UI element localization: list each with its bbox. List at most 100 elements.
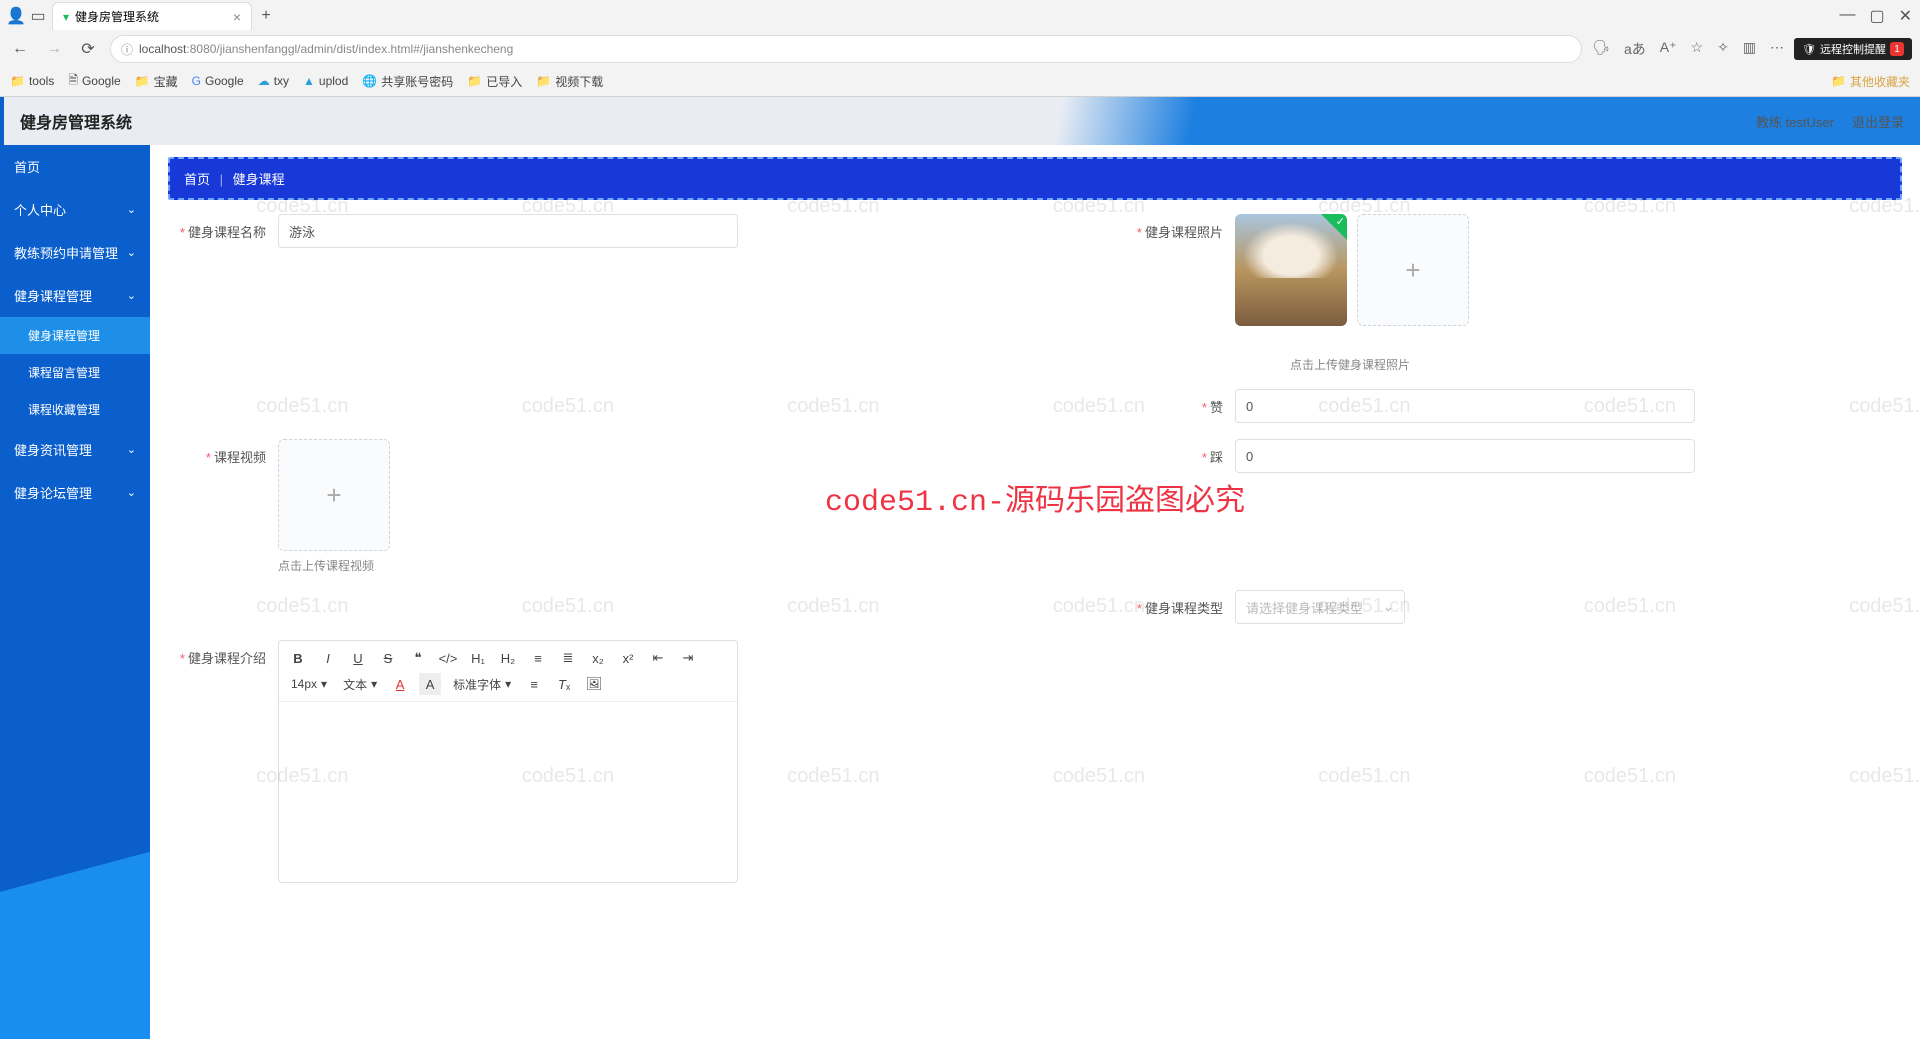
page-icon: 🗎 bbox=[68, 71, 78, 92]
folder-icon: 📁 bbox=[135, 74, 150, 88]
subscript-icon[interactable]: x₂ bbox=[587, 647, 609, 669]
forward-button[interactable]: → bbox=[42, 37, 66, 61]
bold-icon[interactable]: B bbox=[287, 647, 309, 669]
url-host: localhost bbox=[139, 42, 186, 56]
uploaded-thumbnail[interactable] bbox=[1235, 214, 1347, 326]
course-name-label: *健身课程名称 bbox=[168, 214, 278, 241]
browser-chrome: 👤 ▭ ▾ 健身房管理系统 × + — ▢ ✕ ← → ⟳ ⓘ localhos… bbox=[0, 0, 1920, 97]
type-select[interactable]: 请选择健身课程类型 ⌄ bbox=[1235, 590, 1405, 624]
h2-icon[interactable]: H₂ bbox=[497, 647, 519, 669]
google-icon: G bbox=[192, 74, 201, 88]
chevron-down-icon: ⌄ bbox=[127, 486, 136, 499]
superscript-icon[interactable]: x² bbox=[617, 647, 639, 669]
bookmark-google2[interactable]: GGoogle bbox=[192, 74, 244, 88]
tab-favicon: ▾ bbox=[63, 10, 69, 24]
url-input[interactable]: ⓘ localhost:8080/jianshenfanggl/admin/di… bbox=[110, 35, 1582, 63]
indent-right-icon[interactable]: ⇥ bbox=[677, 647, 699, 669]
code-icon[interactable]: </> bbox=[437, 647, 459, 669]
logout-link[interactable]: 退出登录 bbox=[1852, 112, 1904, 131]
editor-body[interactable] bbox=[279, 702, 737, 882]
user-label[interactable]: 教练 testUser bbox=[1756, 112, 1834, 131]
cloud-icon: ☁ bbox=[258, 74, 270, 88]
tab-close-icon[interactable]: × bbox=[233, 9, 241, 25]
back-button[interactable]: ← bbox=[8, 37, 32, 61]
breadcrumb: 首页 | 健身课程 bbox=[168, 157, 1902, 200]
form-row: *健身课程名称 *健身课程照片 + 点击上传健身课程照片 bbox=[168, 214, 1902, 373]
browser-tab[interactable]: ▾ 健身房管理系统 × bbox=[52, 2, 252, 30]
font-family-select[interactable]: 标准字体▾ bbox=[449, 676, 515, 693]
window-controls: — ▢ ✕ bbox=[1839, 6, 1912, 26]
font-size-select[interactable]: 14px▾ bbox=[287, 677, 331, 691]
profile-icon[interactable]: 👤 bbox=[8, 8, 24, 24]
list-ul-icon[interactable]: ≣ bbox=[557, 647, 579, 669]
edge-icon: 🌐 bbox=[362, 74, 377, 88]
align-icon[interactable]: ≡ bbox=[523, 673, 545, 695]
bookmark-share[interactable]: 🌐共享账号密码 bbox=[362, 73, 453, 90]
new-tab-button[interactable]: + bbox=[258, 8, 274, 24]
breadcrumb-current: 健身课程 bbox=[233, 172, 285, 187]
sidebar-item-course-mgmt[interactable]: 健身课程管理⌄ bbox=[0, 274, 150, 317]
extensions-icon[interactable]: ✧ bbox=[1717, 39, 1729, 59]
underline-icon[interactable]: U bbox=[347, 647, 369, 669]
site-info-icon[interactable]: ⓘ bbox=[121, 41, 133, 58]
rich-editor: B I U S ❝ </> H₁ H₂ ≡ ≣ x₂ bbox=[278, 640, 738, 883]
italic-icon[interactable]: I bbox=[317, 647, 339, 669]
chevron-down-icon: ⌄ bbox=[127, 203, 136, 216]
bookmark-video[interactable]: 📁视频下载 bbox=[536, 73, 603, 90]
read-icon[interactable]: aあ bbox=[1624, 39, 1646, 59]
upload-video-button[interactable]: + bbox=[278, 439, 390, 551]
bookmark-uplod[interactable]: ▲uplod bbox=[303, 74, 348, 88]
content: 首页 | 健身课程 *健身课程名称 *健身课程照片 + bbox=[150, 145, 1920, 1039]
sidebar-item-forum[interactable]: 健身论坛管理⌄ bbox=[0, 471, 150, 514]
quote-icon[interactable]: ❝ bbox=[407, 647, 429, 669]
close-icon[interactable]: ✕ bbox=[1899, 6, 1912, 26]
favorite-icon[interactable]: ☆ bbox=[1691, 39, 1704, 59]
indent-left-icon[interactable]: ⇤ bbox=[647, 647, 669, 669]
upload-photo-button[interactable]: + bbox=[1357, 214, 1469, 326]
bookmark-imported[interactable]: 📁已导入 bbox=[467, 73, 522, 90]
chevron-down-icon: ⌄ bbox=[1383, 599, 1394, 615]
header-right: 教练 testUser 退出登录 bbox=[1756, 112, 1904, 131]
cai-input[interactable] bbox=[1235, 439, 1695, 473]
zan-input[interactable] bbox=[1235, 389, 1695, 423]
sidebar-sub-course[interactable]: 健身课程管理 bbox=[0, 317, 150, 354]
folder-icon: 📁 bbox=[536, 74, 551, 88]
minimize-icon[interactable]: — bbox=[1839, 6, 1855, 26]
video-hint: 点击上传课程视频 bbox=[278, 557, 1035, 574]
voice-icon[interactable]: 🗣 bbox=[1592, 39, 1610, 59]
bookmark-google1[interactable]: 🗎Google bbox=[68, 71, 120, 92]
bookmark-baozang[interactable]: 📁宝藏 bbox=[135, 73, 178, 90]
refresh-button[interactable]: ⟳ bbox=[76, 37, 100, 61]
breadcrumb-home[interactable]: 首页 bbox=[184, 172, 210, 187]
paragraph-select[interactable]: 文本▾ bbox=[339, 676, 381, 693]
clear-format-icon[interactable]: Tₓ bbox=[553, 673, 575, 695]
sidebar-sub-message[interactable]: 课程留言管理 bbox=[0, 354, 150, 391]
sidebar-item-home[interactable]: 首页 bbox=[0, 145, 150, 188]
sidebar-sub-favorite[interactable]: 课程收藏管理 bbox=[0, 391, 150, 428]
bookmark-other[interactable]: 📁其他收藏夹 bbox=[1831, 73, 1910, 90]
strike-icon[interactable]: S bbox=[377, 647, 399, 669]
sidebar-item-info[interactable]: 健身资讯管理⌄ bbox=[0, 428, 150, 471]
maximize-icon[interactable]: ▢ bbox=[1869, 6, 1884, 26]
tab-bar: 👤 ▭ ▾ 健身房管理系统 × + — ▢ ✕ bbox=[0, 0, 1920, 32]
sidebar-item-personal[interactable]: 个人中心⌄ bbox=[0, 188, 150, 231]
list-ol-icon[interactable]: ≡ bbox=[527, 647, 549, 669]
url-port: :8080 bbox=[186, 42, 216, 56]
form-row: *赞 bbox=[168, 389, 1902, 423]
sidebar-item-coach-apply[interactable]: 教练预约申请管理⌄ bbox=[0, 231, 150, 274]
course-name-input[interactable] bbox=[278, 214, 738, 248]
shield-icon: 🛡 bbox=[1802, 43, 1816, 56]
font-color-icon[interactable]: A bbox=[389, 673, 411, 695]
bg-color-icon[interactable]: A bbox=[419, 673, 441, 695]
bookmark-tools[interactable]: 📁tools bbox=[10, 74, 54, 88]
image-icon[interactable]: 🖼 bbox=[583, 673, 605, 695]
breadcrumb-sep: | bbox=[220, 172, 223, 187]
url-path: /jianshenfanggl/admin/dist/index.html#/j… bbox=[216, 42, 513, 56]
bookmark-txy[interactable]: ☁txy bbox=[258, 74, 289, 88]
h1-icon[interactable]: H₁ bbox=[467, 647, 489, 669]
text-size-icon[interactable]: A⁺ bbox=[1660, 39, 1677, 59]
tabs-icon[interactable]: ▭ bbox=[30, 8, 46, 24]
remote-control-badge[interactable]: 🛡 远程控制提醒 1 bbox=[1794, 38, 1912, 60]
menu-icon[interactable]: ⋯ bbox=[1770, 39, 1784, 59]
collections-icon[interactable]: ▥ bbox=[1743, 39, 1756, 59]
